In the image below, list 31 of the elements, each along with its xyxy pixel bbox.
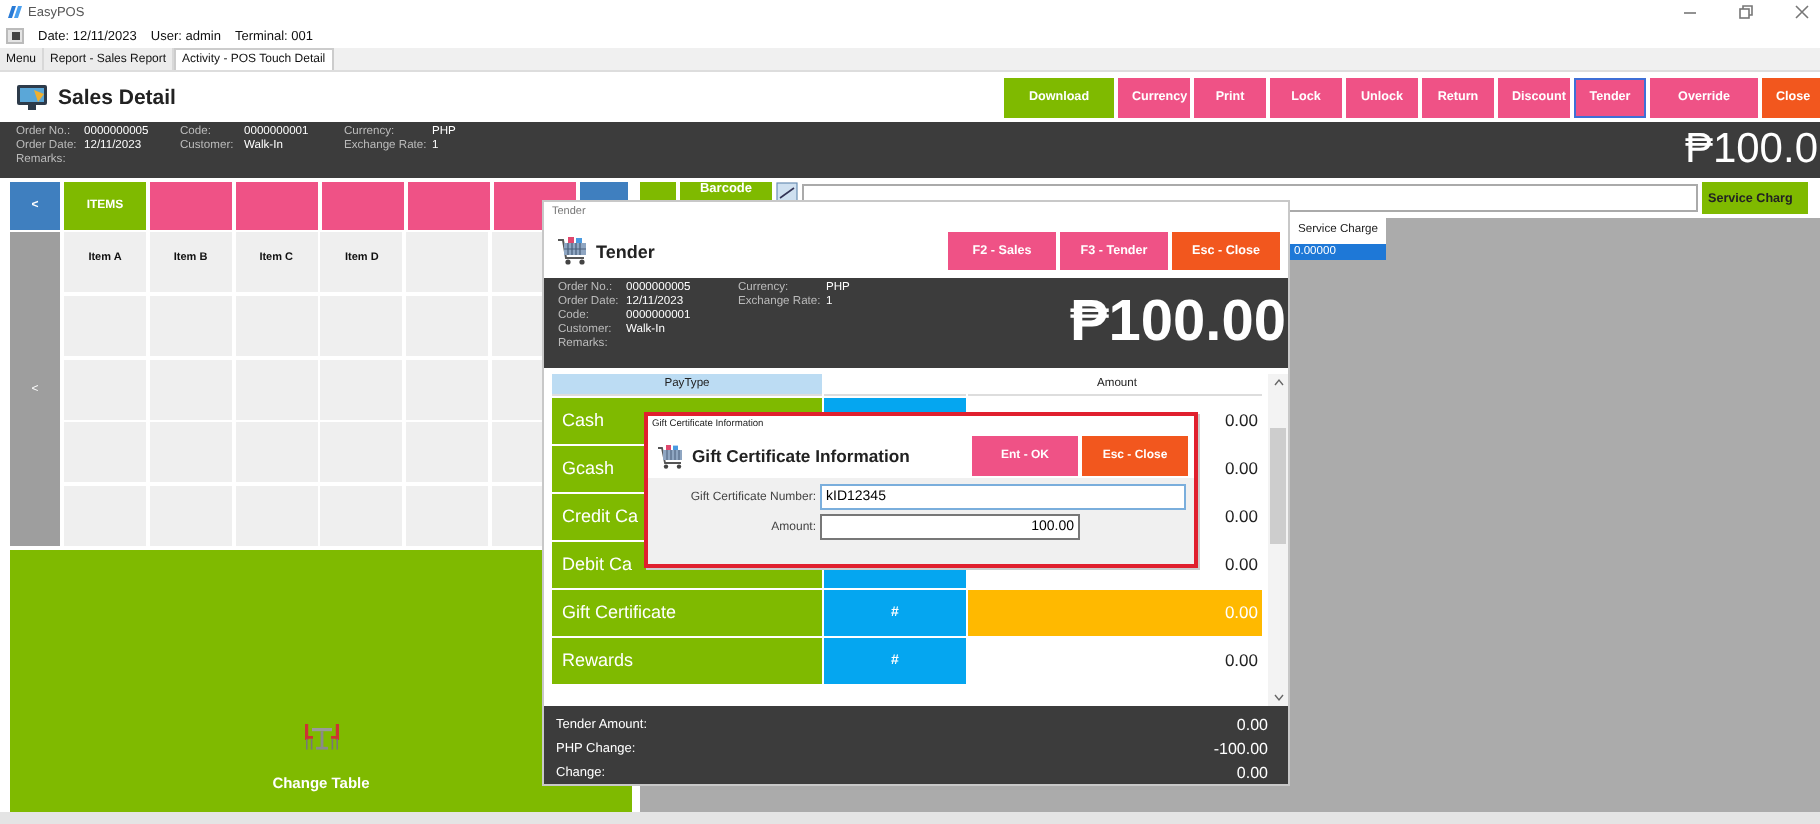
close-icon (1794, 4, 1810, 20)
item-tile[interactable] (406, 232, 489, 292)
scrollbar[interactable] (1268, 373, 1288, 706)
scrollbar[interactable] (0, 812, 1820, 824)
summary-value: 0.00 (1236, 763, 1268, 781)
scroll-thumb[interactable] (1270, 427, 1287, 544)
summary-value: -100.00 (1213, 739, 1268, 757)
category-tile[interactable] (408, 182, 490, 230)
dialog-heading: Tender (596, 241, 655, 262)
cart-icon (656, 443, 684, 469)
pay-type-button[interactable]: Gift Certificate (552, 589, 822, 636)
barcode-icon (776, 182, 798, 204)
monitor-icon (16, 84, 48, 110)
logo-icon (6, 4, 22, 20)
dialog-heading: Gift Certificate Information (692, 446, 910, 466)
total-amount: ₱100.0 (1684, 126, 1818, 174)
scroll-down-icon (1273, 694, 1284, 702)
category-tile[interactable] (322, 182, 404, 230)
cart-icon (556, 236, 588, 267)
category-tile[interactable] (236, 182, 318, 230)
restore-icon (1738, 4, 1754, 20)
table-icon (303, 722, 339, 750)
amount-cell[interactable]: 0.00 (968, 589, 1263, 636)
scroll-up-icon (1273, 377, 1284, 386)
pay-type-button[interactable]: Rewards (552, 637, 822, 684)
page-title: Sales Detail (58, 85, 176, 109)
square-icon (11, 32, 19, 40)
summary-value: 0.00 (1236, 715, 1268, 733)
category-tile[interactable] (150, 182, 232, 230)
menu-button[interactable] (6, 28, 24, 44)
total-amount: ₱100.00 (1069, 289, 1286, 356)
